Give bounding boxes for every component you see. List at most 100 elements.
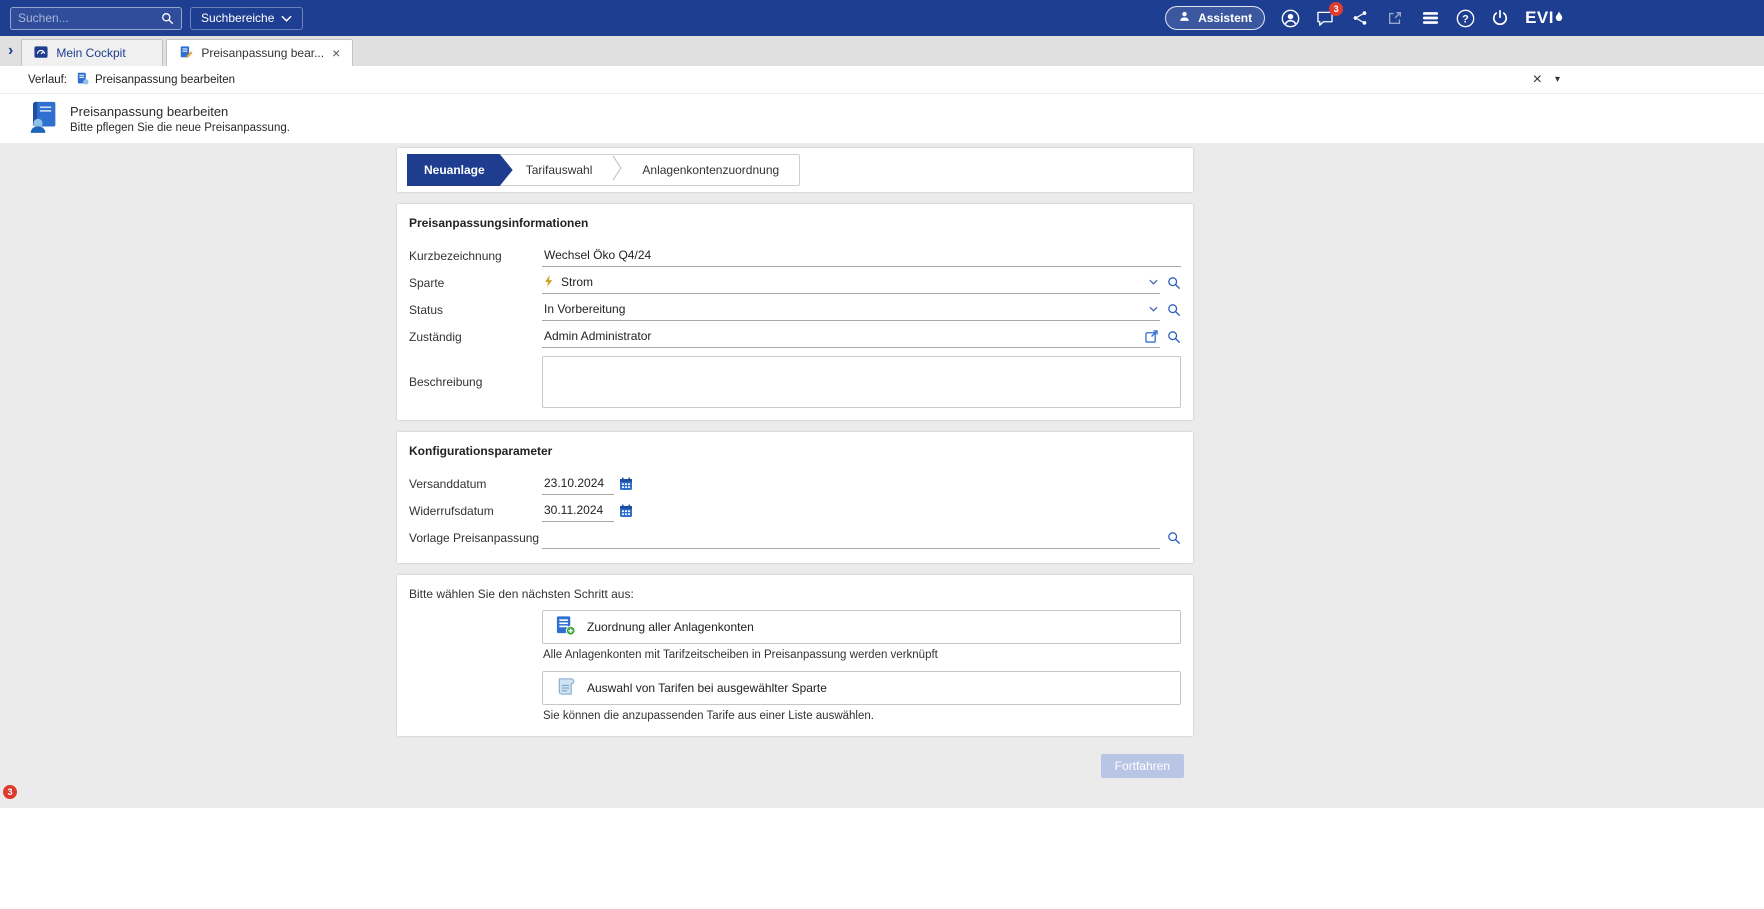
footer-actions: Fortfahren [397,754,1193,778]
versanddatum-value: 23.10.2024 [544,476,604,490]
field-kurzbezeichnung: Kurzbezeichnung [409,242,1181,269]
field-beschreibung: Beschreibung [409,356,1181,408]
menu-icon[interactable] [1420,8,1440,28]
step-anlagenkontenzuordnung[interactable]: Anlagenkontenzuordnung [622,155,799,185]
chevron-down-icon[interactable] [1149,306,1158,312]
search-scope-label: Suchbereiche [201,11,274,25]
zustaendig-field[interactable]: Admin Administrator [542,325,1160,348]
sparte-value: Strom [561,275,593,289]
next-step-prompt: Bitte wählen Sie den nächsten Schritt au… [409,587,1181,601]
share-icon[interactable] [1350,8,1370,28]
page-header-text: Preisanpassung bearbeiten Bitte pflegen … [70,104,290,134]
widerrufsdatum-value: 30.11.2024 [544,503,603,517]
verlauf-label: Verlauf: [28,74,67,86]
verlauf-item-label: Preisanpassung bearbeiten [95,74,235,86]
topbar: Suchbereiche Assistent 3 [0,0,1764,36]
field-label: Vorlage Preisanpassung [409,531,542,545]
tab-bar: › Mein Cockpit Preisanpassung bear... × [0,36,1764,66]
verlauf-item[interactable]: Preisanpassung bearbeiten [76,72,235,88]
document-edit-icon [179,45,193,62]
step-tarifauswahl[interactable]: Tarifauswahl [500,155,613,185]
svg-text:?: ? [1462,13,1469,25]
close-icon[interactable]: × [1533,72,1542,88]
option-description: Sie können die anzupassenden Tarife aus … [543,710,1180,722]
main-content: Neuanlage Tarifauswahl Anlagenkontenzuor… [0,143,1764,808]
zustaendig-search-icon[interactable] [1167,330,1181,344]
sparte-search-icon[interactable] [1167,276,1181,290]
page-subtitle: Bitte pflegen Sie die neue Preisanpassun… [70,122,290,134]
vorlage-search-icon[interactable] [1167,531,1181,545]
option-label: Auswahl von Tarifen bei ausgewählter Spa… [587,681,827,695]
search-icon[interactable] [161,12,174,25]
document-icon [76,72,89,88]
notifications-button[interactable]: 3 [1315,8,1335,28]
option-description: Alle Anlagenkonten mit Tarifzeitscheiben… [543,649,1180,661]
power-logout-button[interactable] [1490,8,1510,28]
search-input[interactable] [18,11,155,25]
page-title: Preisanpassung bearbeiten [70,104,290,119]
widerrufsdatum-input[interactable]: 30.11.2024 [542,499,614,522]
option-zuordnung-aller-anlagenkonten[interactable]: Zuordnung aller Anlagenkonten [542,610,1181,644]
field-zustaendig: Zuständig Admin Administrator [409,323,1181,350]
assistant-icon [1178,10,1191,26]
field-widerrufsdatum: Widerrufsdatum 30.11.2024 [409,497,1181,524]
field-label: Sparte [409,276,542,290]
search-scope-dropdown[interactable]: Suchbereiche [190,7,303,30]
tab-label: Mein Cockpit [56,46,125,60]
evi-logo: EVI [1525,8,1563,28]
field-label: Beschreibung [409,375,542,389]
calendar-icon[interactable] [619,504,633,518]
step-neuanlage[interactable]: Neuanlage [407,154,513,186]
versanddatum-input[interactable]: 23.10.2024 [542,472,614,495]
open-record-icon[interactable] [1145,330,1158,343]
step-separator-icon [612,154,622,187]
tab-close-icon[interactable]: × [332,46,340,60]
option-auswahl-von-tarifen[interactable]: Auswahl von Tarifen bei ausgewählter Spa… [542,671,1181,705]
cockpit-icon [34,45,48,62]
tarif-scroll-icon [555,676,576,700]
chevron-down-icon [281,11,292,25]
field-sparte: Sparte Strom [409,269,1181,296]
calendar-icon[interactable] [619,477,633,491]
section-title: Preisanpassungsinformationen [409,216,1181,230]
chevron-down-icon[interactable]: ▾ [1555,75,1560,85]
tab-preisanpassung-bearbeiten[interactable]: Preisanpassung bear... × [166,39,353,66]
section-title: Konfigurationsparameter [409,444,1181,458]
preisanpassungsinformationen-card: Preisanpassungsinformationen Kurzbezeich… [397,204,1193,420]
global-search-box[interactable] [10,7,182,30]
field-label: Widerrufsdatum [409,504,542,518]
wizard-card: Neuanlage Tarifauswahl Anlagenkontenzuor… [397,148,1193,192]
beschreibung-textarea[interactable] [542,356,1181,408]
vorlage-field[interactable] [542,526,1160,549]
field-label: Zuständig [409,330,542,344]
kurzbezeichnung-input[interactable] [544,244,1179,266]
open-external-icon[interactable] [1385,8,1405,28]
continue-button[interactable]: Fortfahren [1101,754,1184,778]
page-header: Preisanpassung bearbeiten Bitte pflegen … [0,94,1764,143]
status-search-icon[interactable] [1167,303,1181,317]
sparte-dropdown[interactable]: Strom [542,271,1160,294]
tab-label: Preisanpassung bear... [201,46,324,60]
verlauf-bar: Verlauf: Preisanpassung bearbeiten × ▾ [0,66,1764,94]
assistant-button[interactable]: Assistent [1165,6,1265,30]
konfigurationsparameter-card: Konfigurationsparameter Versanddatum 23.… [397,432,1193,563]
help-button[interactable]: ? [1455,8,1475,28]
corner-notification-badge[interactable]: 3 [3,785,17,799]
assistant-label: Assistent [1198,11,1252,25]
user-account-button[interactable] [1280,8,1300,28]
field-status: Status In Vorbereitung [409,296,1181,323]
next-step-card: Bitte wählen Sie den nächsten Schritt au… [397,575,1193,736]
field-label: Kurzbezeichnung [409,249,542,263]
evi-logo-text: EVI [1525,8,1554,28]
field-vorlage-preisanpassung: Vorlage Preisanpassung [409,524,1181,551]
strom-icon [544,275,554,290]
status-value: In Vorbereitung [544,302,625,316]
status-dropdown[interactable]: In Vorbereitung [542,298,1160,321]
preisanpassung-icon [28,100,59,138]
tab-mein-cockpit[interactable]: Mein Cockpit [21,39,163,66]
chevron-down-icon[interactable] [1149,279,1158,285]
expand-tabs-icon[interactable]: › [8,43,13,59]
topbar-actions: Assistent 3 ? [1165,0,1563,36]
field-label: Versanddatum [409,477,542,491]
anlagenkonten-plus-icon [555,615,576,639]
